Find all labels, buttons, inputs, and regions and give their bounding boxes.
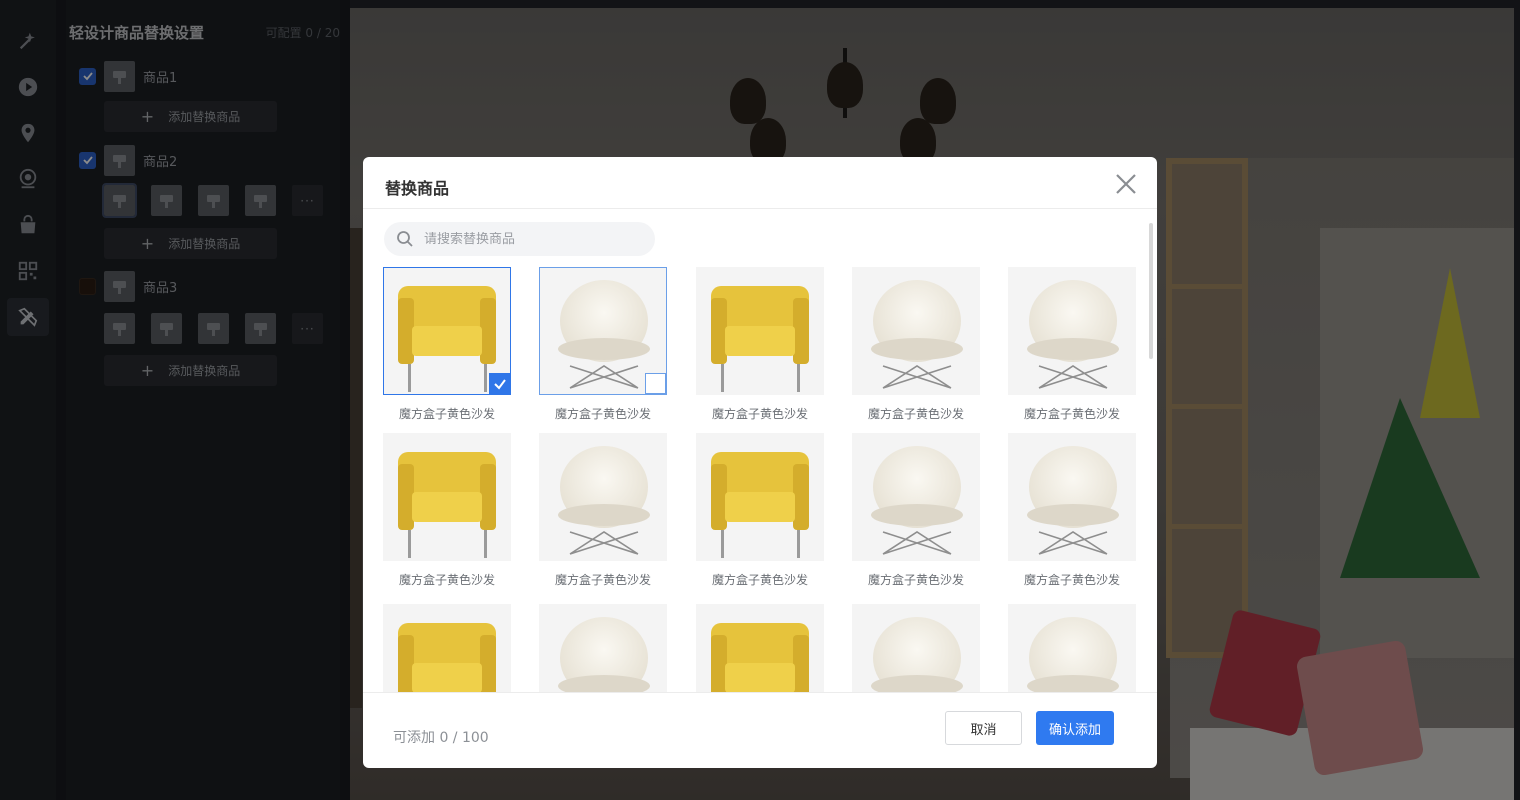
product-card[interactable]: 魔方盒子黄色沙发: [696, 433, 824, 588]
product-card[interactable]: [1008, 604, 1136, 692]
white-round-chair-image: [1008, 267, 1136, 395]
product-card-label: 魔方盒子黄色沙发: [1023, 407, 1120, 421]
product-card-label: 魔方盒子黄色沙发: [867, 573, 964, 587]
yellow-armchair-image: [696, 604, 824, 692]
dialog-title: 替换商品: [385, 179, 450, 198]
checkmark-icon[interactable]: [489, 373, 510, 394]
white-round-chair-image: [852, 267, 980, 395]
white-round-chair-image: [539, 267, 667, 395]
product-card[interactable]: [539, 604, 667, 692]
white-round-chair-image: [1008, 433, 1136, 561]
product-grid: 魔方盒子黄色沙发 魔方盒子黄色沙发 魔方盒子黄色沙发 魔方盒子黄色沙发 魔方盒子黄色沙发…: [383, 267, 1143, 692]
yellow-armchair-image: [696, 267, 824, 395]
product-card[interactable]: [696, 604, 824, 692]
product-card[interactable]: 魔方盒子黄色沙发: [852, 433, 980, 588]
cancel-button[interactable]: 取消: [945, 711, 1022, 745]
product-card-label: 魔方盒子黄色沙发: [711, 573, 808, 587]
product-card[interactable]: 魔方盒子黄色沙发: [1008, 433, 1136, 588]
product-card[interactable]: 魔方盒子黄色沙发: [852, 267, 980, 422]
product-card-label: 魔方盒子黄色沙发: [867, 407, 964, 421]
scrollbar[interactable]: [1149, 223, 1153, 359]
product-card[interactable]: [383, 604, 511, 692]
add-count: 可添加 0 / 100: [393, 730, 489, 746]
white-round-chair-image: [539, 604, 667, 692]
product-card[interactable]: 魔方盒子黄色沙发: [1008, 267, 1136, 422]
search-box: [384, 222, 655, 256]
product-card-label: 魔方盒子黄色沙发: [398, 573, 495, 587]
product-card[interactable]: [852, 604, 980, 692]
product-card[interactable]: 魔方盒子黄色沙发: [539, 267, 667, 422]
product-card-label: 魔方盒子黄色沙发: [554, 407, 651, 421]
product-card[interactable]: 魔方盒子黄色沙发: [539, 433, 667, 588]
product-card[interactable]: 魔方盒子黄色沙发: [383, 433, 511, 588]
close-icon[interactable]: [1115, 173, 1137, 195]
search-input[interactable]: [424, 231, 644, 247]
white-round-chair-image: [539, 433, 667, 561]
yellow-armchair-image: [696, 433, 824, 561]
product-card[interactable]: 魔方盒子黄色沙发: [383, 267, 511, 422]
product-card-label: 魔方盒子黄色沙发: [1023, 573, 1120, 587]
search-icon: [397, 231, 413, 247]
replace-product-dialog: 替换商品 魔方盒子黄色沙发魔方盒子黄色沙发魔方盒子黄色沙发魔方盒子黄色沙发魔方盒…: [363, 157, 1157, 768]
product-card[interactable]: 魔方盒子黄色沙发: [696, 267, 824, 422]
product-card-label: 魔方盒子黄色沙发: [398, 407, 495, 421]
yellow-armchair-image: [383, 604, 511, 692]
card-checkbox[interactable]: [645, 373, 666, 394]
white-round-chair-image: [852, 433, 980, 561]
white-round-chair-image: [852, 604, 980, 692]
white-round-chair-image: [1008, 604, 1136, 692]
dialog-footer: 可添加 0 / 100 取消 确认添加: [363, 692, 1157, 768]
yellow-armchair-image: [383, 267, 511, 395]
dialog-header: 替换商品: [363, 157, 1157, 209]
yellow-armchair-image: [383, 433, 511, 561]
product-card-label: 魔方盒子黄色沙发: [554, 573, 651, 587]
product-card-label: 魔方盒子黄色沙发: [711, 407, 808, 421]
confirm-add-button[interactable]: 确认添加: [1036, 711, 1114, 745]
